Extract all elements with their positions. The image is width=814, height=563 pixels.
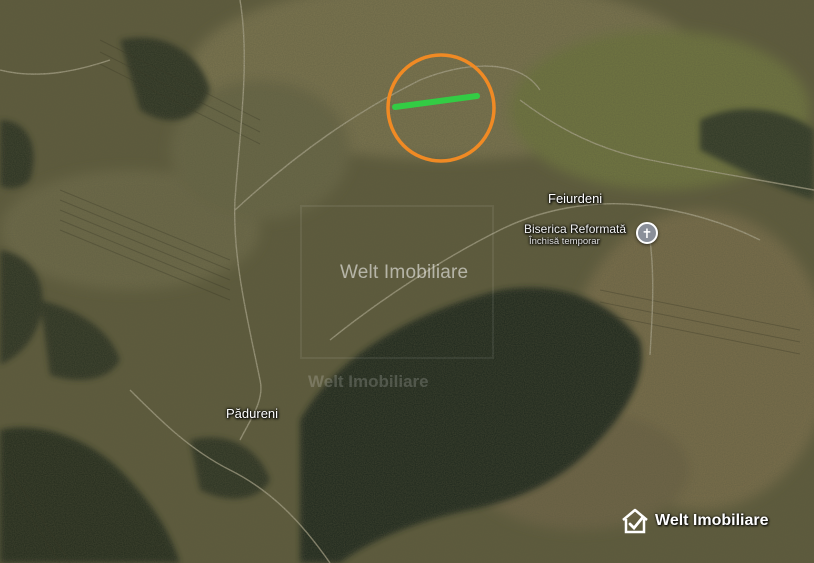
satellite-map[interactable]: Welt Imobiliare Welt Imobiliare Feiurden… [0,0,814,563]
poi-name[interactable]: Biserica Reformată [524,222,626,236]
brand-name: Welt Imobiliare [655,512,769,529]
poi-status: Închisă temporar [529,236,600,247]
house-check-icon [622,508,648,534]
place-label-padureni[interactable]: Pădureni [226,406,278,421]
poi-pin[interactable]: ✝ [636,222,658,244]
cross-icon: ✝ [641,225,653,241]
place-label-feiurdeni[interactable]: Feiurdeni [548,191,602,206]
watermark-lower: Welt Imobiliare [308,372,429,391]
watermark-center: Welt Imobiliare [340,262,469,283]
brand-watermark: Welt Imobiliare [620,507,769,535]
